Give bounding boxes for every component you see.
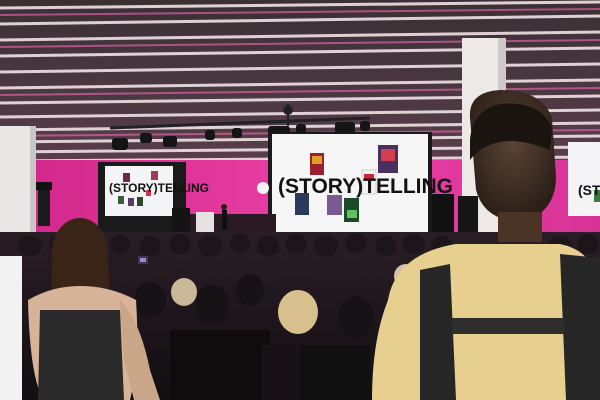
scene-drawing — [0, 0, 600, 400]
main-screen-title: (STORY)TELLING — [278, 175, 453, 198]
left-screen-title: (STORY)TELLING — [109, 181, 209, 195]
right-screen-title: (ST — [578, 182, 600, 198]
conference-photo: (STORY)TELLING (STORY)TELLING (ST — [0, 0, 600, 400]
left-pillar — [0, 126, 36, 236]
right-screen — [568, 142, 600, 216]
